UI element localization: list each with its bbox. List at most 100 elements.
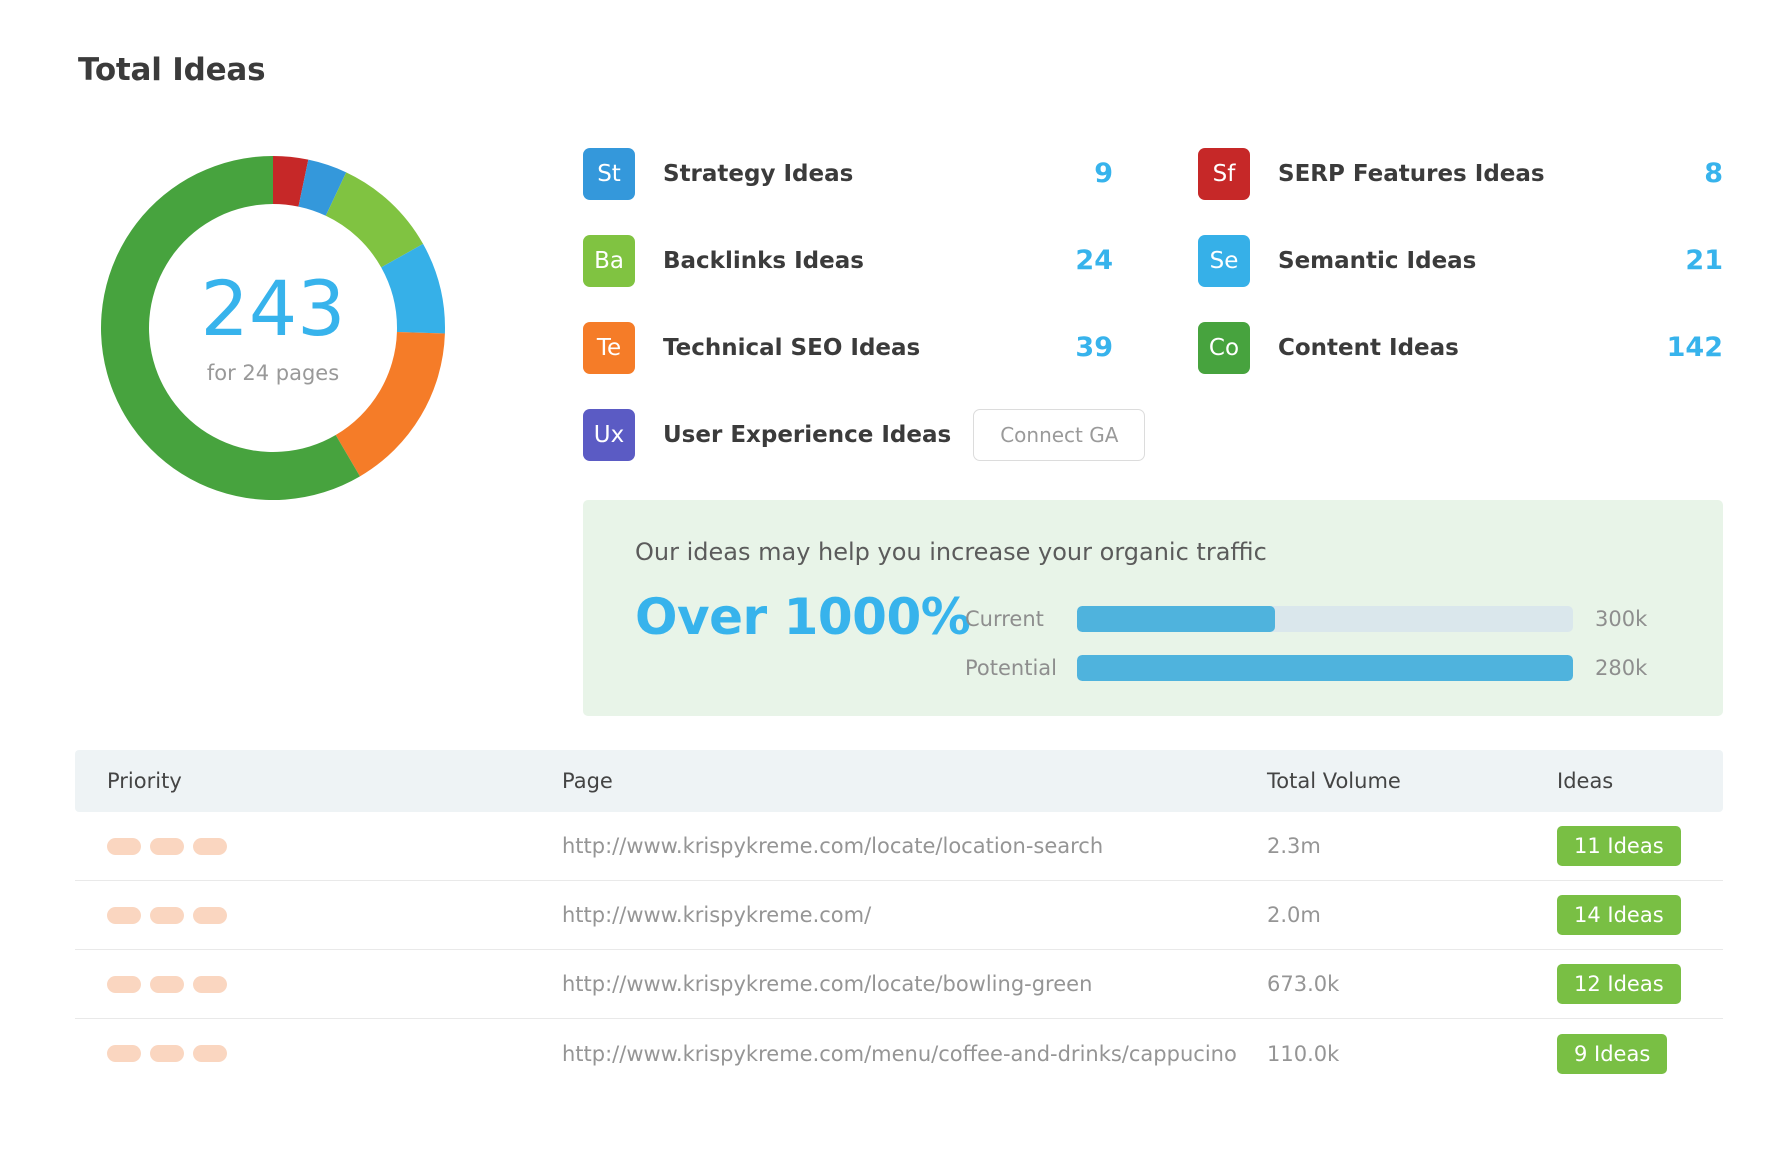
legend-value: 21: [1685, 245, 1723, 276]
ideas-count-badge[interactable]: 12 Ideas: [1557, 964, 1681, 1004]
priority-pip: [150, 1045, 184, 1062]
priority-pip: [150, 907, 184, 924]
legend-row[interactable]: UxUser Experience IdeasConnect GA: [583, 391, 1113, 478]
ideas-donut-chart: 243 for 24 pages: [75, 130, 471, 526]
cell-total-volume: 110.0k: [1267, 1042, 1557, 1066]
legend-value: 24: [1075, 245, 1113, 276]
traffic-bar-fill: [1077, 606, 1275, 632]
column-header-total-volume: Total Volume: [1267, 769, 1557, 793]
priority-pip: [193, 838, 227, 855]
column-header-priority: Priority: [75, 769, 562, 793]
legend-label: SERP Features Ideas: [1278, 161, 1545, 187]
priority-pips: [107, 976, 562, 993]
cell-priority: [75, 838, 562, 855]
priority-pip: [150, 976, 184, 993]
legend-column-left: St Strategy Ideas 9 Ba Backlinks Ideas 24 TeTe…: [583, 130, 1113, 478]
cell-ideas: 12 Ideas: [1557, 964, 1723, 1004]
ideas-count-badge[interactable]: 9 Ideas: [1557, 1034, 1667, 1074]
legend-value: 9: [1094, 158, 1113, 189]
total-volume-value: 673.0k: [1267, 972, 1339, 996]
legend-badge-ba-icon: Ba: [583, 235, 635, 287]
traffic-bar-track: [1077, 655, 1573, 681]
traffic-bar-value: 300k: [1595, 607, 1671, 631]
cell-priority: [75, 976, 562, 993]
legend-value: 39: [1075, 332, 1113, 363]
priority-pips: [107, 1045, 562, 1062]
donut-center-label: 243 for 24 pages: [75, 130, 471, 526]
legend-badge-se-icon: Se: [1198, 235, 1250, 287]
legend-value: 8: [1704, 158, 1723, 189]
priority-pip: [107, 907, 141, 924]
traffic-bar-label: Current: [965, 607, 1077, 631]
traffic-bar-fill: [1077, 655, 1573, 681]
table-header-row: Priority Page Total Volume Ideas: [75, 750, 1723, 812]
cell-total-volume: 2.3m: [1267, 834, 1557, 858]
page-title: Total Ideas: [78, 52, 265, 88]
legend-row[interactable]: Co Content Ideas 142: [1198, 304, 1723, 391]
ideas-count-badge[interactable]: 11 Ideas: [1557, 826, 1681, 866]
table-row[interactable]: http://www.krispykreme.com/menu/coffee-a…: [75, 1019, 1723, 1088]
cell-total-volume: 673.0k: [1267, 972, 1557, 996]
cell-page: http://www.krispykreme.com/locate/locati…: [562, 834, 1267, 858]
legend-row[interactable]: Ba Backlinks Ideas 24: [583, 217, 1113, 304]
donut-subtitle: for 24 pages: [207, 361, 339, 385]
table-row[interactable]: http://www.krispykreme.com/2.0m 14 Ideas: [75, 881, 1723, 950]
column-header-page: Page: [562, 769, 1267, 793]
priority-pip: [107, 1045, 141, 1062]
legend-value: 142: [1667, 332, 1723, 363]
priority-pip: [193, 976, 227, 993]
traffic-bars: Current 300k Potential 280k: [965, 600, 1671, 687]
total-volume-value: 2.3m: [1267, 834, 1321, 858]
legend-row[interactable]: TeTechnical SEO Ideas39: [583, 304, 1113, 391]
cell-priority: [75, 1045, 562, 1062]
legend-row[interactable]: Se Semantic Ideas 21: [1198, 217, 1723, 304]
donut-total-value: 243: [200, 271, 345, 347]
traffic-bar-track: [1077, 606, 1573, 632]
traffic-bar-row: Current 300k: [965, 600, 1671, 638]
total-ideas-widget: Total Ideas 243 for 24 pages St Strategy …: [0, 0, 1790, 1152]
legend-badge-st-icon: St: [583, 148, 635, 200]
priority-pip: [193, 907, 227, 924]
legend-column-right: Sf SERP Features Ideas 8 Se Semantic Ideas 21…: [1198, 130, 1723, 391]
page-url-link[interactable]: http://www.krispykreme.com/locate/locati…: [562, 834, 1103, 858]
legend-row[interactable]: St Strategy Ideas 9: [583, 130, 1113, 217]
legend-row[interactable]: Sf SERP Features Ideas 8: [1198, 130, 1723, 217]
organic-traffic-panel: Our ideas may help you increase your org…: [583, 500, 1723, 716]
page-url-link[interactable]: http://www.krispykreme.com/locate/bowlin…: [562, 972, 1092, 996]
legend-badge-te-icon: Te: [583, 322, 635, 374]
connect-ga-button[interactable]: Connect GA: [973, 409, 1145, 461]
legend-label: Backlinks Ideas: [663, 248, 864, 274]
page-url-link[interactable]: http://www.krispykreme.com/: [562, 903, 871, 927]
priority-pip: [107, 976, 141, 993]
cell-page: http://www.krispykreme.com/menu/coffee-a…: [562, 1042, 1267, 1066]
cell-page: http://www.krispykreme.com/locate/bowlin…: [562, 972, 1267, 996]
table-body: http://www.krispykreme.com/locate/locati…: [75, 812, 1723, 1088]
table-row[interactable]: http://www.krispykreme.com/locate/bowlin…: [75, 950, 1723, 1019]
legend-badge-co-icon: Co: [1198, 322, 1250, 374]
cell-ideas: 14 Ideas: [1557, 895, 1723, 935]
priority-pip: [193, 1045, 227, 1062]
cell-page: http://www.krispykreme.com/: [562, 903, 1267, 927]
priority-pips: [107, 838, 562, 855]
priority-pip: [150, 838, 184, 855]
legend-label: User Experience Ideas: [663, 422, 951, 448]
legend-label: Content Ideas: [1278, 335, 1459, 361]
legend-badge-ux-icon: Ux: [583, 409, 635, 461]
legend-badge-sf-icon: Sf: [1198, 148, 1250, 200]
traffic-bar-label: Potential: [965, 656, 1077, 680]
legend-label: Semantic Ideas: [1278, 248, 1476, 274]
total-volume-value: 110.0k: [1267, 1042, 1339, 1066]
legend-label: Strategy Ideas: [663, 161, 853, 187]
traffic-bar-value: 280k: [1595, 656, 1671, 680]
traffic-increase-headline: Over 1000%: [635, 588, 970, 646]
traffic-panel-title: Our ideas may help you increase your org…: [635, 538, 1267, 566]
ideas-count-badge[interactable]: 14 Ideas: [1557, 895, 1681, 935]
pages-table: Priority Page Total Volume Ideas http://…: [75, 750, 1723, 1088]
total-volume-value: 2.0m: [1267, 903, 1321, 927]
priority-pips: [107, 907, 562, 924]
traffic-bar-row: Potential 280k: [965, 649, 1671, 687]
table-row[interactable]: http://www.krispykreme.com/locate/locati…: [75, 812, 1723, 881]
page-url-link[interactable]: http://www.krispykreme.com/menu/coffee-a…: [562, 1042, 1237, 1066]
priority-pip: [107, 838, 141, 855]
cell-priority: [75, 907, 562, 924]
